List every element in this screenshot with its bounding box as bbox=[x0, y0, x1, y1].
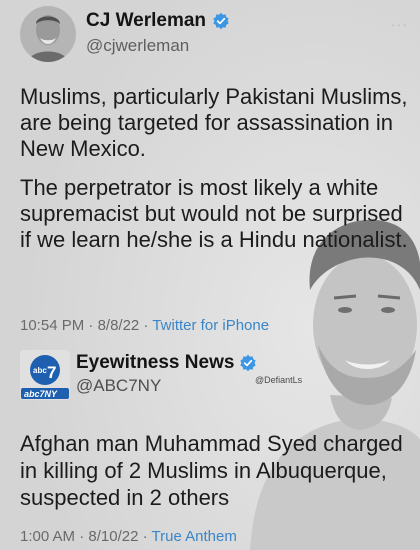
tweet-source-link[interactable]: Twitter for iPhone bbox=[152, 317, 269, 334]
tweet-paragraph-1: Muslims, particularly Pakistani Muslims,… bbox=[20, 84, 408, 161]
tweet-meta: 10:54 PM · 8/8/22 · Twitter for iPhone bbox=[20, 317, 269, 334]
tweet-date[interactable]: 8/8/22 bbox=[98, 317, 140, 334]
tweet-time[interactable]: 10:54 PM bbox=[20, 317, 84, 334]
quoted-tweet-text: Afghan man Muhammad Syed charged in kill… bbox=[20, 431, 403, 510]
quoted-author-handle[interactable]: @ABC7NY bbox=[76, 376, 161, 396]
author-name[interactable]: CJ Werleman bbox=[86, 10, 206, 32]
logo-abc-text: abc bbox=[33, 366, 47, 375]
meta-separator: · bbox=[75, 528, 89, 545]
tweet-header: CJ Werleman @cjwerleman ··· bbox=[20, 6, 410, 62]
abc7ny-logo-icon[interactable]: abc 7 abc7NY bbox=[20, 350, 70, 400]
quoted-tweet-source-link[interactable]: True Anthem bbox=[152, 528, 237, 545]
more-options-icon[interactable]: ··· bbox=[391, 16, 408, 32]
meta-separator: · bbox=[139, 317, 153, 334]
author-handle[interactable]: @cjwerleman bbox=[86, 36, 189, 56]
quoted-author-name[interactable]: Eyewitness News bbox=[76, 352, 234, 374]
logo-number-text: 7 bbox=[47, 363, 56, 382]
tweet-paragraph-2: The perpetrator is most likely a white s… bbox=[20, 175, 408, 252]
meta-separator: · bbox=[84, 317, 98, 334]
quoted-tweet-meta: 1:00 AM · 8/10/22 · True Anthem bbox=[20, 528, 237, 545]
verified-badge-icon bbox=[240, 354, 257, 372]
quoted-tweet-time[interactable]: 1:00 AM bbox=[20, 528, 75, 545]
logo-station-text: abc7NY bbox=[24, 389, 58, 399]
quoted-tweet-date[interactable]: 8/10/22 bbox=[88, 528, 138, 545]
meta-separator: · bbox=[138, 528, 152, 545]
verified-badge-icon bbox=[213, 12, 229, 30]
watermark: @DefiantLs bbox=[255, 375, 303, 385]
author-avatar[interactable] bbox=[20, 6, 76, 62]
